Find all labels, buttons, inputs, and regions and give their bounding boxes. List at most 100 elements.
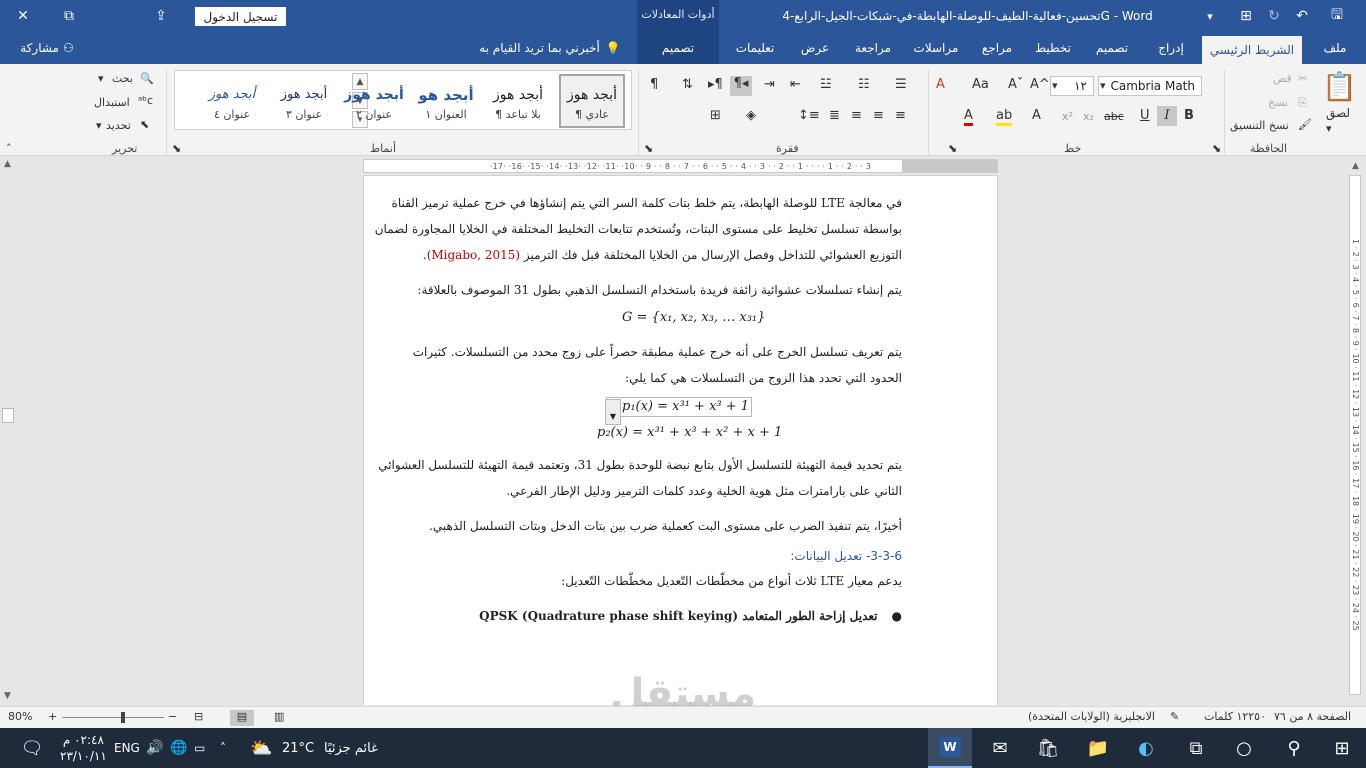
font-launcher-icon[interactable]: ⬊: [948, 142, 957, 155]
citation[interactable]: (Migabo, 2015): [427, 248, 520, 262]
redo-icon[interactable]: ↻: [1262, 0, 1286, 32]
zoom-level[interactable]: 80%: [8, 710, 32, 723]
format-painter-button[interactable]: نسخ التنسيق: [1230, 119, 1289, 132]
strikethrough-icon[interactable]: abc: [1104, 110, 1124, 123]
font-color-icon[interactable]: A: [964, 108, 973, 126]
zoom-out-icon[interactable]: −: [168, 710, 177, 723]
cortana-icon[interactable]: ○: [1222, 728, 1266, 768]
line-spacing-icon[interactable]: ↕≡: [798, 108, 820, 123]
ltr-direction-icon[interactable]: ▸¶: [708, 77, 723, 92]
tab-references[interactable]: مراجع: [973, 32, 1021, 64]
format-painter-icon[interactable]: 🖌: [1298, 118, 1312, 131]
network-icon[interactable]: 🌐: [170, 728, 187, 768]
font-name-dropdown-icon[interactable]: ▾: [1100, 79, 1106, 92]
mail-icon[interactable]: ✉: [978, 728, 1022, 768]
highlight-icon[interactable]: ab: [996, 108, 1013, 126]
close-icon[interactable]: ✕: [0, 0, 46, 32]
focus-mode-icon[interactable]: ⊟: [194, 710, 203, 723]
save-icon[interactable]: 🖫: [1324, 0, 1350, 32]
file-explorer-icon[interactable]: 📁: [1076, 728, 1120, 768]
undo-icon[interactable]: ↶: [1290, 0, 1314, 32]
language-status[interactable]: الانجليزية (الولايات المتحدة): [1028, 710, 1155, 723]
volume-icon[interactable]: 🔊: [146, 728, 163, 768]
cut-icon[interactable]: ✂: [1298, 72, 1307, 85]
tab-layout[interactable]: تخطيط: [1027, 32, 1079, 64]
share-button[interactable]: مشاركة ⚇: [6, 32, 88, 64]
align-left-icon[interactable]: ≡: [851, 108, 862, 123]
text-effects-icon[interactable]: A: [1032, 108, 1041, 123]
style-heading-3[interactable]: أبجد هوز عنوان ٣: [271, 74, 337, 128]
sort-icon[interactable]: ⇅: [682, 77, 693, 92]
scroll-up-icon[interactable]: ▲: [4, 159, 11, 169]
numbering-icon[interactable]: ☷: [858, 77, 870, 92]
tell-me-search[interactable]: أخبرني بما تريد القيام به 💡: [470, 32, 630, 64]
shading-icon[interactable]: ◈: [746, 108, 756, 123]
align-center-icon[interactable]: ≡: [873, 108, 884, 123]
copy-icon[interactable]: ⎘: [1298, 96, 1307, 110]
clock[interactable]: ٠٢:٤٨ م ٢٣/١٠/١١: [60, 728, 107, 768]
task-view-icon[interactable]: ⧉: [1174, 728, 1218, 768]
decrease-indent-icon[interactable]: ⇤: [790, 77, 801, 92]
multilevel-list-icon[interactable]: ☳: [820, 77, 832, 92]
edge-icon[interactable]: ◐: [1124, 728, 1168, 768]
shrink-font-icon[interactable]: Aˇ: [1008, 77, 1023, 92]
style-heading-1[interactable]: أبجد هو العنوان ١: [413, 74, 479, 128]
word-count[interactable]: ١٢٢٥٠ كلمات: [1204, 710, 1266, 723]
italic-icon[interactable]: I: [1157, 106, 1177, 126]
bold-icon[interactable]: B: [1184, 108, 1194, 123]
align-right-icon[interactable]: ≡: [895, 108, 906, 123]
replace-button[interactable]: استبدال: [94, 96, 130, 109]
style-heading-4[interactable]: أبجد هوز عنوان ٤: [199, 74, 265, 128]
tab-file[interactable]: ملف: [1310, 32, 1360, 64]
start-icon[interactable]: ⊞: [1320, 728, 1364, 768]
equation-options-button[interactable]: ▼: [605, 399, 621, 425]
paste-dropdown-icon[interactable]: ▾: [1326, 122, 1332, 135]
tab-mailings[interactable]: مراسلات: [905, 32, 967, 64]
tab-equation-design[interactable]: تصميم: [637, 32, 719, 64]
equation-g[interactable]: G = {x₁, x₂, x₃, … x₃₁}: [622, 310, 765, 325]
scroll-thumb[interactable]: [2, 408, 14, 423]
weather-description[interactable]: غائم جزئيًا: [324, 728, 378, 768]
find-dropdown-icon[interactable]: ▾: [98, 72, 104, 85]
clear-formatting-icon[interactable]: A: [936, 77, 945, 92]
justify-icon[interactable]: ≣: [829, 108, 840, 123]
tab-help[interactable]: تعليمات: [726, 32, 784, 64]
underline-icon[interactable]: U: [1140, 108, 1150, 123]
replace-icon[interactable]: ᵃᵇc: [138, 94, 153, 107]
show-formatting-icon[interactable]: ¶: [650, 77, 658, 92]
superscript-icon[interactable]: x²: [1062, 110, 1073, 123]
copy-button[interactable]: نسخ: [1268, 96, 1288, 109]
grow-font-icon[interactable]: A^: [1030, 77, 1050, 92]
taskbar-word-app[interactable]: W: [928, 728, 972, 768]
paragraph-launcher-icon[interactable]: ⬊: [644, 142, 653, 155]
tab-home[interactable]: الشريط الرئيسي: [1202, 36, 1302, 64]
paste-button[interactable]: لصق: [1326, 106, 1350, 120]
increase-indent-icon[interactable]: ⇥: [764, 77, 775, 92]
rtl-direction-icon[interactable]: ¶◂: [730, 76, 752, 96]
read-mode-icon[interactable]: ▥: [274, 710, 284, 723]
zoom-slider[interactable]: [62, 717, 164, 718]
change-case-icon[interactable]: Aa: [972, 77, 989, 92]
vertical-scrollbar[interactable]: ▲ ▼: [0, 157, 16, 705]
restore-icon[interactable]: ⧉: [46, 0, 92, 32]
scroll-down-icon[interactable]: ▼: [4, 691, 11, 701]
proofing-icon[interactable]: ✎: [1170, 710, 1179, 723]
store-icon[interactable]: 🛍: [1026, 728, 1070, 768]
font-size-dropdown-icon[interactable]: ▾: [1052, 79, 1058, 92]
print-layout-icon[interactable]: ▤: [230, 710, 254, 726]
select-dropdown-icon[interactable]: ▾: [96, 119, 102, 132]
horizontal-ruler[interactable]: ·17· ·16· ·15· ·14· ·13· ·12· ·11· ·10· …: [363, 159, 998, 173]
paste-icon[interactable]: 📋: [1322, 70, 1357, 103]
style-normal[interactable]: أبجد هوز ¶ عادي: [559, 74, 625, 128]
select-icon[interactable]: ⬉: [140, 118, 149, 131]
subscript-icon[interactable]: x₂: [1083, 110, 1094, 123]
equation-p1[interactable]: p₁(x) = x³¹ + x³ + 1: [622, 399, 749, 414]
input-language[interactable]: ENG: [114, 728, 140, 768]
select-button[interactable]: تحديد: [106, 119, 131, 132]
borders-icon[interactable]: ⊞: [710, 108, 721, 123]
find-button[interactable]: بحث: [112, 72, 133, 85]
scroll-up-right-icon[interactable]: ▲: [1352, 161, 1359, 171]
signin-button[interactable]: تسجيل الدخول: [195, 7, 286, 26]
zoom-in-icon[interactable]: +: [48, 710, 57, 723]
page-number[interactable]: الصفحة ٨ من ٧٦: [1274, 710, 1351, 723]
